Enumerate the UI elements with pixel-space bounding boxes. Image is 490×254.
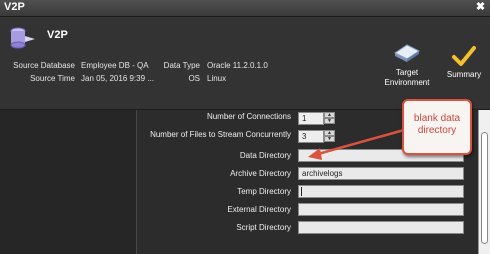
archive-directory-input[interactable]: archivelogs — [298, 167, 464, 180]
vertical-scrollbar[interactable] — [478, 110, 490, 254]
decrement-icon[interactable]: ▼ — [324, 118, 335, 124]
target-environment-label-1: Target — [395, 68, 419, 77]
connections-label: Number of Connections — [206, 112, 291, 121]
source-time-value: Jan 05, 2016 9:39 ... — [81, 74, 154, 83]
files-stream-input[interactable]: 3 — [298, 130, 324, 143]
data-directory-label: Data Directory — [239, 151, 291, 160]
script-directory-input[interactable] — [298, 221, 464, 234]
target-environment-button[interactable]: Target Environment — [381, 41, 433, 88]
close-icon[interactable]: ✖ — [474, 1, 487, 14]
data-type-value: Oracle 11.2.0.1.0 — [207, 61, 268, 70]
os-label: OS — [188, 74, 200, 83]
left-pane — [0, 110, 137, 254]
connections-input[interactable]: 1 — [298, 112, 324, 125]
external-directory-label: External Directory — [227, 205, 291, 214]
summary-button[interactable]: Summary — [441, 45, 487, 80]
os-value: Linux — [207, 74, 227, 83]
header-panel: V2P Source Database Employee DB - QA Sou… — [0, 17, 490, 110]
temp-directory-label: Temp Directory — [237, 187, 291, 196]
server-icon — [394, 44, 420, 62]
summary-label: Summary — [446, 70, 482, 79]
script-directory-label: Script Directory — [236, 223, 291, 232]
window-title: V2P — [4, 1, 25, 13]
files-stream-label: Number of Files to Stream Concurrently — [150, 130, 291, 139]
source-time-label: Source Time — [30, 74, 75, 83]
external-directory-input[interactable] — [298, 203, 464, 216]
files-stream-stepper[interactable]: ▲ ▼ — [324, 130, 335, 143]
source-database-value: Employee DB - QA — [81, 61, 149, 70]
window-titlebar: V2P ✖ — [0, 0, 490, 17]
archive-directory-label: Archive Directory — [230, 169, 291, 178]
target-environment-label-2: Environment — [384, 78, 430, 87]
data-type-label: Data Type — [163, 61, 200, 70]
v2p-database-icon — [10, 27, 35, 49]
text-caret — [301, 187, 302, 197]
connections-stepper[interactable]: ▲ ▼ — [324, 112, 335, 125]
annotation-callout: blank data directory — [402, 99, 472, 155]
scrollbar-thumb[interactable] — [481, 132, 488, 244]
checkmark-icon — [452, 46, 476, 66]
callout-line-2: directory — [417, 125, 457, 136]
callout-line-1: blank data — [413, 113, 461, 124]
source-database-label: Source Database — [13, 61, 75, 70]
decrement-icon[interactable]: ▼ — [324, 136, 335, 142]
temp-directory-input[interactable] — [298, 185, 464, 198]
app-name: V2P — [47, 29, 68, 41]
